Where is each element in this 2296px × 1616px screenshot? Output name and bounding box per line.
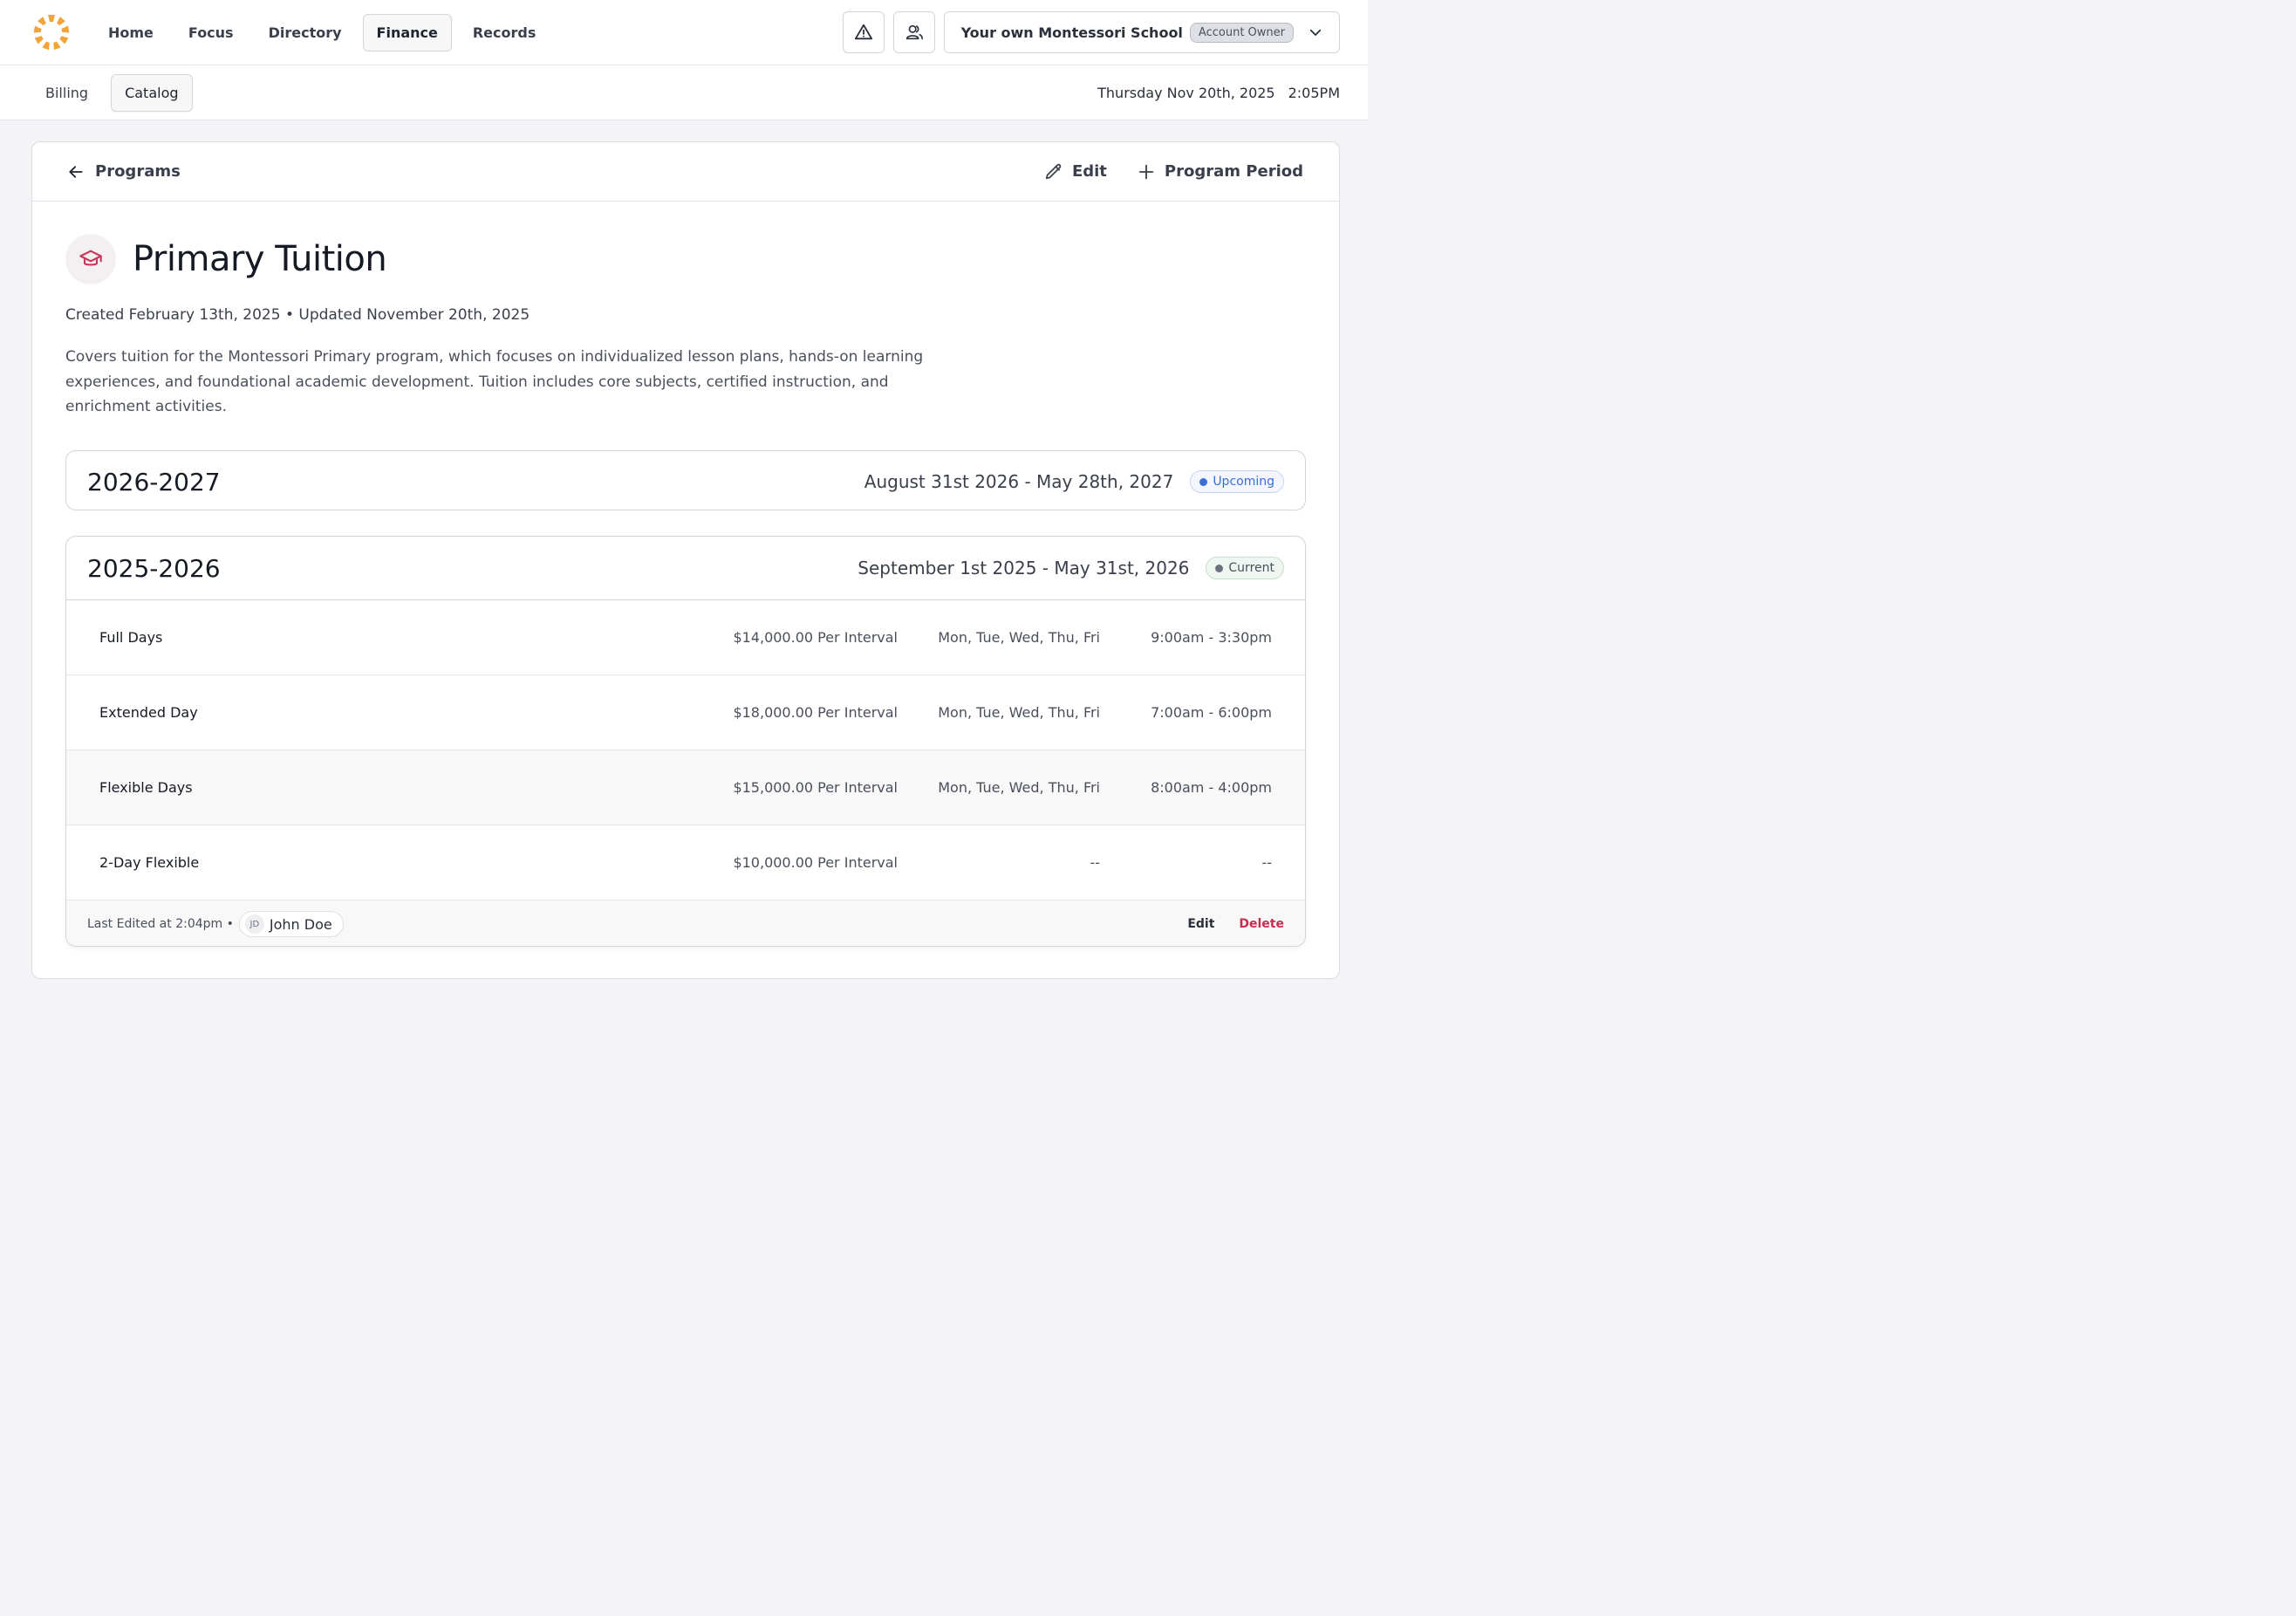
table-row[interactable]: Extended Day $18,000.00 Per Interval Mon… [66, 675, 1305, 750]
period-header: 2025-2026 September 1st 2025 - May 31st,… [66, 537, 1305, 600]
option-name: Flexible Days [99, 779, 193, 796]
top-nav-bar: Home Focus Directory Finance Records You… [0, 0, 1368, 65]
plus-icon [1138, 164, 1154, 179]
program-title-row: Primary Tuition [65, 234, 1339, 284]
period-footer: Last Edited at 2:04pm • JD John Doe Edit… [66, 900, 1305, 946]
program-icon [65, 234, 116, 284]
edit-program-button[interactable]: Edit [1044, 162, 1107, 181]
warning-icon [854, 24, 872, 40]
option-name: Full Days [99, 629, 163, 646]
avatar: JD [244, 914, 264, 934]
nav-focus[interactable]: Focus [174, 14, 248, 51]
option-price: $14,000.00 Per Interval [733, 629, 898, 646]
users-icon [905, 24, 923, 40]
delete-period-button[interactable]: Delete [1239, 917, 1284, 931]
status-label: Current [1228, 561, 1274, 575]
nav-home[interactable]: Home [94, 14, 167, 51]
option-time: 7:00am - 6:00pm [1151, 704, 1272, 721]
add-program-period-button[interactable]: Program Period [1137, 162, 1303, 181]
period-date-range: September 1st 2025 - May 31st, 2026 [858, 558, 1190, 579]
account-switcher[interactable]: Your own Montessori School Account Owner [943, 11, 1340, 53]
edit-period-button[interactable]: Edit [1187, 917, 1214, 931]
editor-chip[interactable]: JD John Doe [238, 911, 344, 937]
option-name: 2-Day Flexible [99, 854, 200, 871]
option-days: Mon, Tue, Wed, Thu, Fri [938, 704, 1100, 721]
status-badge: Upcoming [1190, 470, 1284, 493]
nav-records[interactable]: Records [459, 14, 550, 51]
alerts-button[interactable] [842, 11, 885, 53]
editor-name: John Doe [269, 915, 332, 933]
period-date-range: August 31st 2026 - May 28th, 2027 [864, 471, 1174, 492]
option-name: Extended Day [99, 704, 198, 721]
option-time: 9:00am - 3:30pm [1151, 629, 1272, 646]
option-days: Mon, Tue, Wed, Thu, Fri [938, 629, 1100, 646]
current-time: 2:05PM [1288, 84, 1340, 101]
option-days: -- [1090, 854, 1100, 871]
program-description: Covers tuition for the Montessori Primar… [65, 348, 924, 415]
table-row[interactable]: Flexible Days $15,000.00 Per Interval Mo… [66, 750, 1305, 825]
subnav-billing[interactable]: Billing [31, 74, 102, 112]
period-card-2026-2027[interactable]: 2026-2027 August 31st 2026 - May 28th, 2… [65, 450, 1306, 510]
graduation-cap-icon [79, 250, 102, 266]
program-meta: Created February 13th, 2025 • Updated No… [65, 306, 530, 324]
top-right-controls: Your own Montessori School Account Owner [842, 11, 1340, 53]
current-datetime: Thursday Nov 20th, 2025 2:05PM [1097, 85, 1340, 101]
period-card-2025-2026: 2025-2026 September 1st 2025 - May 31st,… [65, 536, 1306, 947]
chevron-down-icon [1309, 29, 1322, 36]
period-footer-actions: Edit Delete [1187, 917, 1284, 931]
school-logo-icon[interactable] [31, 12, 72, 52]
card-header-actions: Edit Program Period [1044, 162, 1303, 181]
option-days: Mon, Tue, Wed, Thu, Fri [938, 779, 1100, 796]
back-to-programs-link[interactable]: Programs [67, 162, 181, 181]
nav-finance[interactable]: Finance [362, 13, 452, 51]
nav-directory[interactable]: Directory [255, 14, 356, 51]
add-program-period-label: Program Period [1164, 162, 1303, 181]
current-date: Thursday Nov 20th, 2025 [1097, 84, 1275, 101]
account-name: Your own Montessori School [960, 24, 1183, 41]
users-button[interactable] [892, 11, 935, 53]
main-nav: Home Focus Directory Finance Records [94, 13, 550, 51]
arrow-left-icon [69, 165, 83, 178]
last-edited-text: Last Edited at 2:04pm • [87, 917, 234, 931]
back-label: Programs [95, 162, 181, 181]
program-title: Primary Tuition [133, 239, 387, 279]
option-price: $10,000.00 Per Interval [733, 854, 898, 871]
subnav-catalog[interactable]: Catalog [111, 73, 193, 112]
option-time: -- [1261, 854, 1272, 871]
edit-program-label: Edit [1071, 162, 1107, 181]
option-price: $18,000.00 Per Interval [733, 704, 898, 721]
account-role-badge: Account Owner [1189, 22, 1294, 43]
table-row[interactable]: Full Days $14,000.00 Per Interval Mon, T… [66, 600, 1305, 675]
status-dot [1199, 477, 1208, 486]
period-header: 2026-2027 August 31st 2026 - May 28th, 2… [66, 451, 1305, 512]
status-dot [1215, 564, 1224, 572]
program-card: Programs Edit Program Period Primary Tui… [31, 141, 1340, 979]
period-name: 2026-2027 [87, 467, 221, 496]
status-label: Upcoming [1213, 475, 1274, 489]
sub-nav-bar: Billing Catalog Thursday Nov 20th, 2025 … [0, 65, 1368, 120]
option-price: $15,000.00 Per Interval [733, 779, 898, 796]
period-name: 2025-2026 [87, 553, 221, 583]
status-badge: Current [1206, 557, 1284, 579]
card-header: Programs Edit Program Period [32, 142, 1339, 202]
table-row[interactable]: 2-Day Flexible $10,000.00 Per Interval -… [66, 825, 1305, 900]
option-time: 8:00am - 4:00pm [1151, 779, 1272, 796]
pencil-icon [1045, 163, 1062, 179]
